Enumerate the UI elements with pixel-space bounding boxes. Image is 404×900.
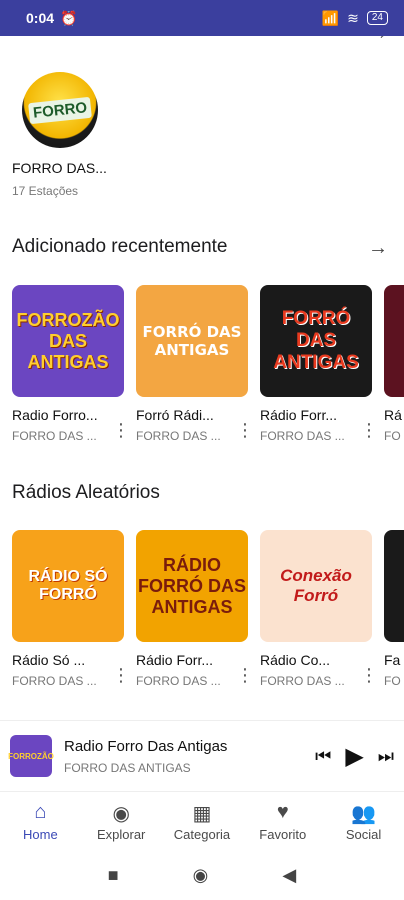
station-title: Rádio Só ... [12, 652, 86, 668]
station-art: FORROZÃO DAS ANTIGAS [12, 285, 124, 397]
station-title: Rá [384, 407, 402, 423]
section-title-random: Rádios Aleatórios [12, 482, 160, 503]
nav-favorito[interactable]: ♥ Favorito [243, 801, 323, 842]
back-icon[interactable]: ◀ [282, 865, 296, 886]
more-options-icon[interactable]: ⋮ [112, 666, 130, 684]
nav-social[interactable]: 👥 Social [324, 801, 404, 842]
home-button-icon[interactable]: ◉ [193, 865, 209, 886]
status-bar: 0:04 ⏰ 📶 ≋ 24 [0, 0, 404, 36]
recent-apps-icon[interactable]: ■ [108, 865, 119, 886]
category-logo: FORRO [22, 72, 98, 148]
station-card[interactable]: Conexão Forró Rádio Co... FORRO DAS ... … [260, 530, 378, 688]
station-art: Conexão Forró [260, 530, 372, 642]
more-options-icon[interactable]: ⋮ [360, 421, 378, 439]
station-card[interactable]: FORROZÃO DAS ANTIGAS Radio Forro... FORR… [12, 285, 130, 443]
skip-next-icon[interactable]: ⏭ [378, 746, 394, 767]
station-card[interactable]: RÁDIO FORRÓ DAS ANTIGAS Rádio Forr... FO… [136, 530, 254, 688]
more-options-icon[interactable]: ⋮ [112, 421, 130, 439]
play-icon[interactable]: ▶ [345, 742, 363, 771]
more-options-icon[interactable]: ⋮ [360, 666, 378, 684]
status-time: 0:04 [26, 10, 55, 26]
station-card[interactable]: FORRÓ DAS ANTIGAS Forró Rádi... FORRO DA… [136, 285, 254, 443]
station-category: FORRO DAS ... [12, 429, 97, 443]
home-scroll[interactable]: → FORRO FORRO DAS... 17 Estações Adicion… [0, 36, 404, 720]
arrow-right-icon[interactable]: → [368, 237, 388, 260]
battery-indicator: 24 [366, 11, 388, 25]
station-card[interactable]: AN Rá FO [384, 285, 404, 443]
station-title: Rádio Co... [260, 652, 331, 668]
nav-home[interactable]: ⌂ Home [0, 801, 80, 842]
station-art: FORRÓ DAS ANTIGAS [136, 285, 248, 397]
system-navigation: ■ ◉ ◀ [0, 850, 404, 900]
station-title: Rádio Forr... [136, 652, 214, 668]
player-title: Radio Forro Das Antigas [64, 737, 228, 755]
alarm-icon: ⏰ [60, 9, 78, 26]
station-art: Fo [384, 530, 404, 642]
signal-icon: 📶 [321, 9, 340, 26]
category-card[interactable]: FORRO FORRO DAS... 17 Estações [12, 72, 132, 198]
bottom-navigation: ⌂ Home ◉ Explorar ▦ Categoria ♥ Favorito… [0, 792, 404, 850]
nav-explorar[interactable]: ◉ Explorar [81, 801, 161, 842]
wifi-icon: ≋ [347, 9, 359, 26]
section-title-recent: Adicionado recentemente [12, 236, 228, 257]
station-card[interactable]: RÁDIO SÓ FORRÓ Rádio Só ... FORRO DAS ..… [12, 530, 130, 688]
category-count: 17 Estações [12, 184, 79, 198]
compass-icon: ◉ [112, 802, 130, 825]
station-title: Radio Forro... [12, 407, 98, 423]
station-art: FORRÓ DAS ANTIGAS [260, 285, 372, 397]
station-card[interactable]: Fo Fa FO [384, 530, 404, 688]
arrow-right-icon[interactable]: → [368, 36, 388, 45]
station-title: Rádio Forr... [260, 407, 338, 423]
skip-previous-icon[interactable]: ⏮ [315, 746, 331, 767]
nav-categoria[interactable]: ▦ Categoria [162, 801, 242, 842]
more-options-icon[interactable]: ⋮ [236, 421, 254, 439]
player-subtitle: FORRO DAS ANTIGAS [64, 760, 191, 775]
station-category: FORRO DAS ... [260, 674, 345, 688]
station-art: AN [384, 285, 404, 397]
station-category: FORRO DAS ... [136, 674, 221, 688]
heart-icon: ♥ [276, 800, 289, 823]
station-category: FORRO DAS ... [12, 674, 97, 688]
more-options-icon[interactable]: ⋮ [236, 666, 254, 684]
station-art: RÁDIO SÓ FORRÓ [12, 530, 124, 642]
station-art: RÁDIO FORRÓ DAS ANTIGAS [136, 530, 248, 642]
grid-icon: ▦ [192, 802, 212, 825]
station-card[interactable]: FORRÓ DAS ANTIGAS Rádio Forr... FORRO DA… [260, 285, 378, 443]
people-icon: 👥 [351, 802, 377, 825]
mini-player[interactable]: FORROZÃO Radio Forro Das Antigas FORRO D… [0, 720, 404, 792]
station-category: FO [384, 429, 401, 443]
station-title: Fa [384, 652, 401, 668]
player-art: FORROZÃO [8, 735, 54, 777]
station-title: Forró Rádi... [136, 407, 214, 423]
station-category: FORRO DAS ... [260, 429, 345, 443]
station-category: FORRO DAS ... [136, 429, 221, 443]
category-name: FORRO DAS... [12, 160, 107, 176]
station-category: FO [384, 674, 401, 688]
home-icon: ⌂ [34, 800, 47, 823]
